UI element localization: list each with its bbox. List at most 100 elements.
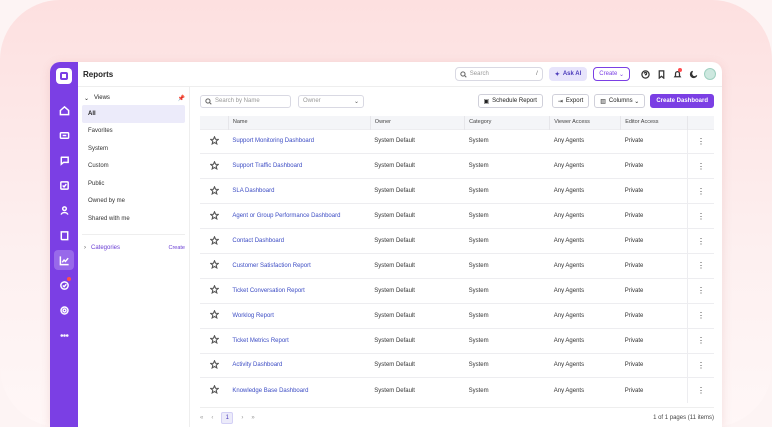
table-row[interactable]: Ticket Conversation Report System Default… bbox=[200, 277, 714, 304]
more-options-icon[interactable]: ⋮ bbox=[687, 128, 714, 154]
report-name[interactable]: Customer Satisfaction Report bbox=[228, 252, 371, 279]
report-name[interactable]: Ticket Conversation Report bbox=[228, 277, 371, 304]
view-item-custom[interactable]: Custom bbox=[82, 158, 185, 176]
table-row[interactable]: Contact Dashboard System Default System Any… bbox=[200, 228, 714, 254]
columns-icon: ▥ bbox=[600, 98, 606, 105]
owner-cell: System Default bbox=[370, 228, 465, 254]
last-page-button[interactable]: » bbox=[251, 415, 254, 421]
global-search-input[interactable]: Search / bbox=[454, 67, 543, 81]
create-dashboard-button[interactable]: Create Dashboard bbox=[650, 94, 714, 108]
search-by-name-input[interactable]: Search by Name bbox=[200, 94, 291, 108]
owner-select[interactable]: Owner ⌄ bbox=[298, 94, 364, 108]
view-item-favorites[interactable]: Favorites bbox=[82, 123, 185, 141]
favorite-star-icon[interactable] bbox=[200, 327, 229, 354]
settings-icon[interactable] bbox=[54, 300, 74, 320]
more-options-icon[interactable]: ⋮ bbox=[687, 228, 714, 254]
bell-icon[interactable] bbox=[671, 68, 683, 80]
table-row[interactable]: Agent or Group Performance Dashboard Syst… bbox=[200, 203, 714, 229]
task-icon[interactable] bbox=[54, 175, 74, 195]
editor-access-cell: Private bbox=[620, 252, 688, 279]
column-header-category[interactable]: Category bbox=[464, 116, 551, 129]
favorite-star-icon[interactable] bbox=[200, 302, 229, 329]
moon-icon[interactable] bbox=[687, 68, 699, 80]
current-page[interactable]: 1 bbox=[221, 411, 234, 424]
favorite-star-icon[interactable] bbox=[200, 203, 229, 229]
favorite-star-icon[interactable] bbox=[200, 377, 229, 403]
report-name[interactable]: Support Monitoring Dashboard bbox=[228, 128, 371, 154]
search-icon bbox=[205, 97, 212, 105]
favorite-star-icon[interactable] bbox=[200, 252, 229, 279]
report-name[interactable]: Ticket Metrics Report bbox=[228, 327, 371, 354]
pin-icon[interactable]: 📌 bbox=[178, 95, 185, 102]
chat-icon[interactable] bbox=[54, 150, 74, 170]
views-header[interactable]: ⌄ Views 📌 bbox=[82, 91, 185, 105]
table-row[interactable]: Ticket Metrics Report System Default Syste… bbox=[200, 327, 714, 354]
bookmark-icon[interactable] bbox=[655, 68, 667, 80]
more-options-icon[interactable]: ⋮ bbox=[687, 377, 714, 403]
column-header-editor-access[interactable]: Editor Access bbox=[620, 116, 689, 129]
report-name[interactable]: Activity Dashboard bbox=[228, 352, 371, 378]
table-row[interactable]: Knowledge Base Dashboard System Default Sy… bbox=[200, 377, 714, 403]
table-row[interactable]: Activity Dashboard System Default System An… bbox=[200, 352, 714, 378]
more-options-icon[interactable]: ⋮ bbox=[687, 302, 714, 329]
column-header-viewer-access[interactable]: Viewer Access bbox=[549, 116, 622, 129]
columns-label: Columns bbox=[608, 98, 633, 104]
reports-icon[interactable] bbox=[54, 250, 74, 270]
table-row[interactable]: Support Traffic Dashboard System Default S… bbox=[200, 153, 714, 179]
ask-ai-button[interactable]: ✦ Ask AI bbox=[548, 67, 588, 81]
app-window: Reports Search / ✦ Ask AI Create ⌄ ⌄ Vie… bbox=[50, 62, 722, 427]
categories-header[interactable]: › Categories Create bbox=[82, 241, 185, 255]
first-page-button[interactable]: « bbox=[200, 415, 203, 421]
home-icon[interactable] bbox=[54, 100, 74, 120]
view-item-public[interactable]: Public bbox=[82, 175, 185, 193]
create-button[interactable]: Create ⌄ bbox=[593, 67, 630, 81]
viewer-access-cell: Any Agents bbox=[549, 252, 621, 279]
create-category-button[interactable]: Create bbox=[168, 245, 185, 251]
viewer-access-cell: Any Agents bbox=[549, 327, 621, 354]
schedule-report-button[interactable]: ▣ Schedule Report bbox=[477, 94, 543, 108]
favorite-star-icon[interactable] bbox=[200, 228, 229, 254]
report-name[interactable]: Support Traffic Dashboard bbox=[228, 153, 371, 179]
category-cell: System bbox=[464, 277, 550, 304]
table-row[interactable]: Customer Satisfaction Report System Defau… bbox=[200, 252, 714, 279]
column-header-owner[interactable]: Owner bbox=[370, 116, 466, 129]
view-item-system[interactable]: System bbox=[82, 140, 185, 158]
report-name[interactable]: Contact Dashboard bbox=[228, 228, 371, 254]
favorite-star-icon[interactable] bbox=[200, 352, 229, 378]
book-icon[interactable] bbox=[54, 225, 74, 245]
contacts-icon[interactable] bbox=[54, 200, 74, 220]
more-options-icon[interactable]: ⋮ bbox=[687, 327, 714, 354]
favorite-star-icon[interactable] bbox=[200, 277, 229, 304]
export-button[interactable]: ⇥ Export bbox=[551, 94, 590, 108]
more-options-icon[interactable]: ⋮ bbox=[687, 352, 714, 378]
goals-icon[interactable] bbox=[54, 275, 74, 295]
report-name[interactable]: SLA Dashboard bbox=[228, 178, 371, 204]
avatar[interactable] bbox=[704, 68, 716, 80]
report-name[interactable]: Agent or Group Performance Dashboard bbox=[228, 203, 371, 229]
report-name[interactable]: Knowledge Base Dashboard bbox=[228, 377, 371, 403]
view-item-shared-with-me[interactable]: Shared with me bbox=[82, 210, 185, 228]
report-name[interactable]: Worklog Report bbox=[228, 302, 371, 329]
help-icon[interactable] bbox=[639, 68, 651, 80]
view-item-all[interactable]: All bbox=[82, 105, 185, 123]
app-logo[interactable] bbox=[56, 68, 72, 84]
prev-page-button[interactable]: ‹ bbox=[211, 415, 213, 421]
more-options-icon[interactable]: ⋮ bbox=[687, 277, 714, 304]
table-row[interactable]: Support Monitoring Dashboard System Defau… bbox=[200, 128, 714, 154]
next-page-button[interactable]: › bbox=[241, 415, 243, 421]
ticket-icon[interactable] bbox=[54, 125, 74, 145]
more-options-icon[interactable]: ⋮ bbox=[687, 178, 714, 204]
view-item-owned-by-me[interactable]: Owned by me bbox=[82, 193, 185, 211]
more-apps-icon[interactable] bbox=[54, 325, 74, 345]
pagination-info: 1 of 1 pages (11 items) bbox=[653, 414, 714, 421]
more-options-icon[interactable]: ⋮ bbox=[687, 203, 714, 229]
table-row[interactable]: Worklog Report System Default System Any Ag… bbox=[200, 302, 714, 329]
more-options-icon[interactable]: ⋮ bbox=[687, 252, 714, 279]
favorite-star-icon[interactable] bbox=[200, 178, 229, 204]
table-row[interactable]: SLA Dashboard System Default System Any Age… bbox=[200, 178, 714, 204]
more-options-icon[interactable]: ⋮ bbox=[687, 153, 714, 179]
column-header-name[interactable]: Name bbox=[228, 116, 371, 129]
favorite-star-icon[interactable] bbox=[200, 153, 229, 179]
columns-button[interactable]: ▥ Columns ⌄ bbox=[594, 94, 646, 108]
favorite-star-icon[interactable] bbox=[200, 128, 229, 154]
